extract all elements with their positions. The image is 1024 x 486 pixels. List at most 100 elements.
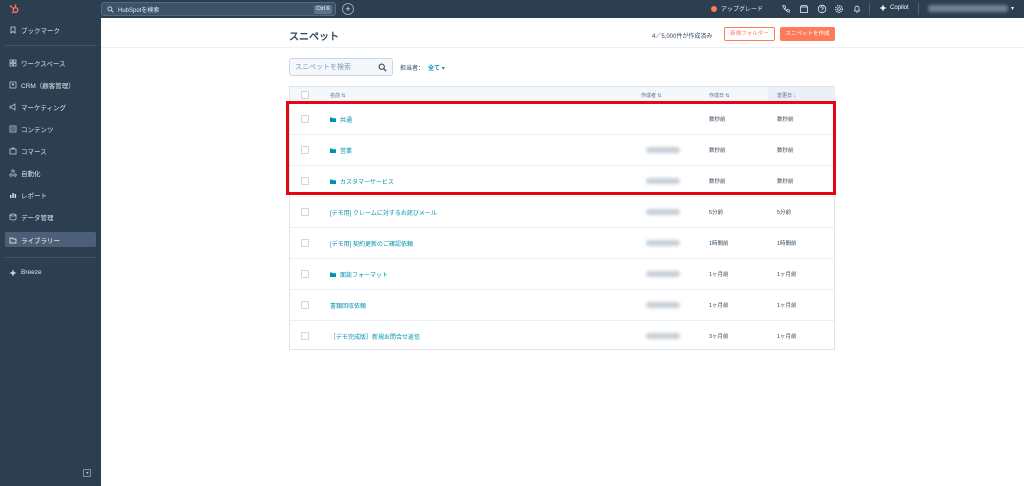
column-header-creator[interactable]: 作成者 ⇅ — [641, 92, 662, 99]
breeze-icon — [9, 269, 17, 276]
column-header-modified[interactable]: 変更日 ↓ — [777, 92, 796, 99]
sidebar-item-bookmarks[interactable]: ブックマーク — [5, 22, 96, 37]
column-header-label: 名前 — [330, 93, 341, 99]
commerce-icon — [9, 147, 17, 154]
search-icon[interactable] — [378, 63, 387, 72]
sidebar-item-workspace[interactable]: ワークスペース — [5, 55, 96, 70]
notification-bell-icon[interactable] — [852, 4, 862, 14]
column-header-name[interactable]: 名前 ⇅ — [330, 92, 346, 99]
collapse-sidebar-button[interactable]: ◂ — [83, 469, 91, 477]
owner-filter-value: 全て — [428, 66, 441, 72]
snippet-search-placeholder: スニペットを検索 — [295, 64, 351, 71]
report-icon — [10, 192, 17, 198]
workspace-icon — [9, 59, 17, 66]
quick-create-button[interactable]: + — [342, 3, 354, 15]
row-checkbox[interactable] — [301, 239, 309, 247]
page-title: スニペット — [289, 32, 339, 43]
sidebar-item-automation[interactable]: 自動化 — [5, 165, 96, 180]
sidebar-item-label: ライブラリー — [21, 237, 60, 245]
snippet-name: ［デモ完成版］新規お問合せ返信 — [330, 335, 421, 341]
snippet-name-link[interactable]: [デモ用] 契約更新のご確認依頼 — [330, 239, 413, 248]
account-menu[interactable] — [928, 5, 1008, 12]
highlight-annotation-box — [286, 101, 836, 195]
hubspot-logo[interactable] — [9, 4, 19, 14]
copilot-button[interactable]: Copilot — [879, 4, 909, 12]
marketplace-icon[interactable] — [799, 4, 809, 14]
sidebar-item-label: データ管理 — [21, 214, 54, 222]
row-checkbox[interactable] — [301, 332, 309, 340]
snippet-name-link[interactable]: 書類回収依頼 — [330, 301, 366, 310]
modified-date: 1時間前 — [777, 241, 797, 247]
column-header-created[interactable]: 作成日 ⇅ — [709, 92, 730, 99]
table-row: 面談フォーマット 1ヶ月前 1ヶ月前 — [290, 259, 834, 290]
chevron-down-icon[interactable]: ▾ — [1011, 5, 1014, 12]
created-date: 3ヶ月前 — [709, 334, 729, 340]
sidebar-item-label: ワークスペース — [21, 60, 66, 68]
table-row: 書類回収依頼 1ヶ月前 1ヶ月前 — [290, 290, 834, 321]
top-navigation-bar: HubSpotを検索 Ctrl K + アップグレード Copilot ▾ — [101, 0, 1024, 18]
creator-redacted — [646, 333, 680, 339]
sidebar-item-breeze[interactable]: Breeze — [5, 265, 96, 280]
automation-icon — [9, 168, 17, 177]
bookmark-icon — [10, 26, 16, 34]
snippet-search-input[interactable]: スニペットを検索 — [289, 58, 393, 76]
database-icon — [9, 213, 17, 220]
sort-icon: ⇅ — [341, 93, 346, 99]
sidebar-item-label: CRM（顧客管理） — [21, 82, 75, 90]
topbar-divider — [869, 3, 870, 15]
snippet-name-link[interactable]: ［デモ完成版］新規お問合せ返信 — [330, 332, 420, 341]
row-checkbox[interactable] — [301, 270, 309, 278]
column-header-label: 変更日 — [777, 93, 793, 99]
help-icon[interactable] — [817, 4, 827, 14]
snippet-name: [デモ用] クレームに対するお詫びメール — [330, 211, 437, 217]
sort-icon: ⇅ — [725, 93, 730, 99]
creator-redacted — [646, 240, 680, 246]
sidebar-item-reports[interactable]: レポート — [5, 187, 96, 202]
table-row: [デモ用] 契約更新のご確認依頼 1時間前 1時間前 — [290, 228, 834, 259]
upgrade-button[interactable]: アップグレード — [711, 4, 763, 13]
table-row: [デモ用] クレームに対するお詫びメール 5分前 5分前 — [290, 197, 834, 228]
copilot-label: Copilot — [890, 5, 909, 11]
sort-icon: ⇅ — [657, 93, 662, 99]
sidebar-item-crm[interactable]: CRM（顧客管理） — [5, 77, 96, 92]
creator-redacted — [646, 302, 680, 308]
snippet-name-link[interactable]: 面談フォーマット — [330, 270, 388, 279]
sidebar-item-label: マーケティング — [21, 104, 66, 112]
global-search-placeholder: HubSpotを検索 — [118, 7, 160, 14]
phone-icon[interactable] — [781, 4, 791, 14]
crm-icon — [9, 81, 17, 88]
sidebar-item-commerce[interactable]: コマース — [5, 143, 96, 158]
chevron-down-icon: ▾ — [441, 66, 445, 72]
create-snippet-button[interactable]: スニペットを作成 — [780, 27, 835, 41]
sidebar-item-label: ブックマーク — [21, 27, 60, 35]
row-checkbox[interactable] — [301, 208, 309, 216]
sidebar-item-label: Breeze — [21, 269, 42, 276]
created-date: 1ヶ月前 — [709, 303, 729, 309]
sidebar-item-data-management[interactable]: データ管理 — [5, 209, 96, 224]
folder-icon — [330, 272, 336, 277]
new-folder-button[interactable]: 新規フォルダー — [724, 27, 775, 41]
sidebar-item-content[interactable]: コンテンツ — [5, 121, 96, 136]
creator-redacted — [646, 209, 680, 215]
owner-filter-dropdown[interactable]: 全て ▾ — [428, 63, 445, 72]
settings-gear-icon[interactable] — [834, 4, 844, 14]
modified-date: 1ヶ月前 — [777, 334, 797, 340]
modified-date: 1ヶ月前 — [777, 303, 797, 309]
global-search-input[interactable]: HubSpotを検索 Ctrl K — [101, 2, 336, 16]
snippet-name-link[interactable]: [デモ用] クレームに対するお詫びメール — [330, 208, 437, 217]
row-checkbox[interactable] — [301, 301, 309, 309]
megaphone-icon — [9, 102, 16, 111]
upgrade-label: アップグレード — [721, 7, 764, 13]
modified-date: 1ヶ月前 — [777, 272, 797, 278]
sidebar-item-library[interactable]: ライブラリー — [5, 232, 96, 247]
creator-redacted — [646, 271, 680, 277]
select-all-checkbox[interactable] — [301, 91, 309, 99]
sidebar-item-marketing[interactable]: マーケティング — [5, 99, 96, 114]
snippet-name: [デモ用] 契約更新のご確認依頼 — [330, 242, 414, 248]
topbar-divider — [918, 3, 919, 15]
sidebar-item-label: コマース — [21, 148, 47, 156]
upgrade-icon — [711, 5, 717, 12]
created-date: 1時間前 — [709, 241, 729, 247]
copilot-sparkle-icon — [879, 4, 887, 12]
header-divider — [101, 47, 1024, 48]
